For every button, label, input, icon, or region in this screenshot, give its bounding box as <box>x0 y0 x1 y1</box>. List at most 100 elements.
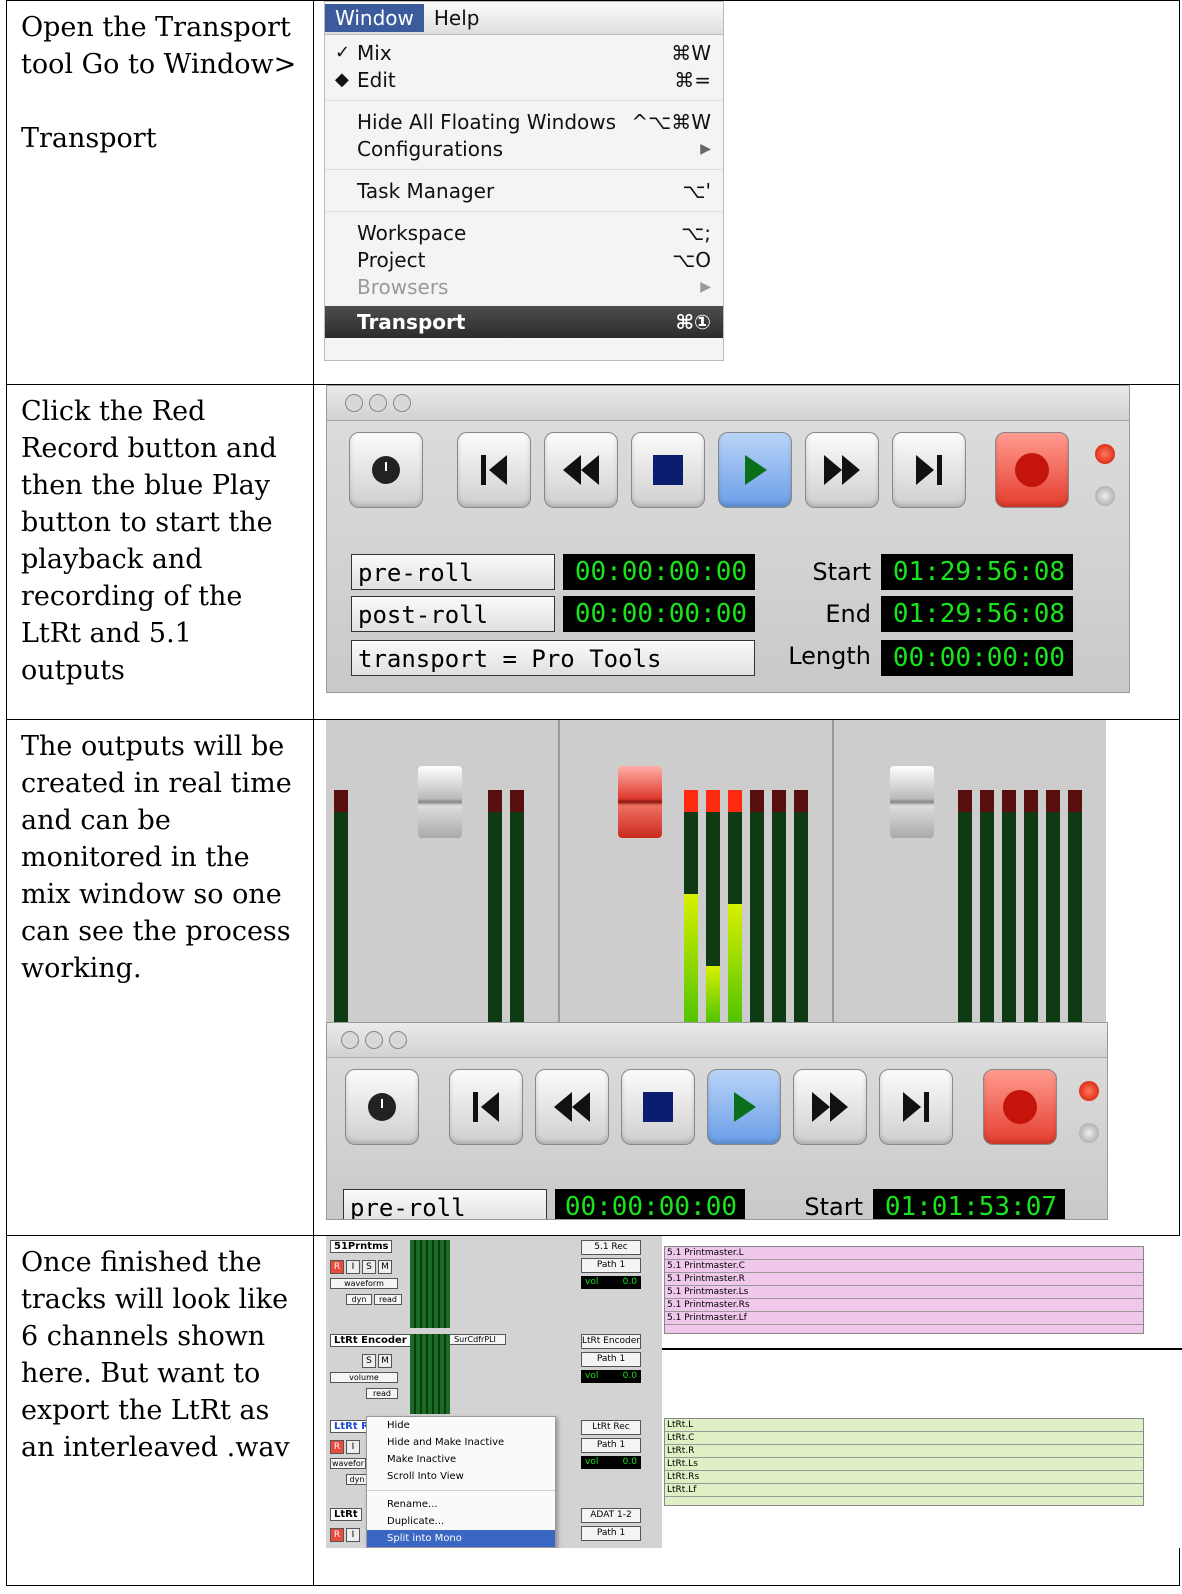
close-icon[interactable] <box>345 394 363 412</box>
play-button[interactable] <box>718 432 792 508</box>
solo-button[interactable]: S <box>362 1260 376 1274</box>
fast-forward-button[interactable] <box>805 432 879 508</box>
length-time[interactable]: 00:00:00:00 <box>881 640 1073 676</box>
track-ltrt-encoder[interactable]: LtRt Encoder SurCdfrPLI S M volume read … <box>326 1330 662 1417</box>
input-selector[interactable]: 5.1 Rec <box>581 1240 641 1255</box>
clip[interactable]: 5.1 Printmaster.Ls <box>665 1286 1143 1299</box>
stop-button[interactable] <box>631 432 705 508</box>
input-monitor-button[interactable]: I <box>346 1440 360 1454</box>
postroll-time[interactable]: 00:00:00:00 <box>563 596 755 632</box>
preroll-time[interactable]: 00:00:00:00 <box>563 554 755 590</box>
input-selector[interactable]: ADAT 1-2 <box>581 1508 641 1523</box>
transport-master-field[interactable]: transport = Pro Tools <box>351 640 755 676</box>
context-item-split-mono[interactable]: Split into Mono <box>367 1530 555 1547</box>
return-to-zero-button[interactable] <box>457 432 531 508</box>
fast-forward-button[interactable] <box>793 1069 867 1145</box>
clip[interactable]: 5.1 Printmaster.Rs <box>665 1299 1143 1312</box>
insert-slot[interactable]: SurCdfrPLI <box>444 1334 506 1345</box>
clip[interactable]: LtRt.Rs <box>665 1471 1143 1484</box>
online-button[interactable] <box>349 432 423 508</box>
stop-button[interactable] <box>621 1069 695 1145</box>
automation-mode[interactable]: read <box>366 1388 398 1399</box>
minimize-icon[interactable] <box>369 394 387 412</box>
input-selector[interactable]: LtRt Encoder <box>581 1334 641 1349</box>
solo-button[interactable]: S <box>362 1354 376 1368</box>
clip[interactable]: LtRt.Ls <box>665 1458 1143 1471</box>
record-enable-button[interactable]: R <box>330 1260 344 1274</box>
track-view-selector[interactable]: volume <box>330 1372 398 1383</box>
automation-selector[interactable]: dyn <box>346 1294 372 1305</box>
menu-item-edit[interactable]: ◆ Edit ⌘= <box>325 66 723 93</box>
clip[interactable]: 5.1 Printmaster.R <box>665 1273 1143 1286</box>
menu-item-configurations[interactable]: Configurations ▶ <box>325 135 723 162</box>
zoom-icon[interactable] <box>389 1031 407 1049</box>
clip[interactable]: LtRt.Lf <box>665 1484 1143 1497</box>
menu-item-transport[interactable]: Transport ⌘① <box>325 306 723 338</box>
track-view-selector[interactable]: wavefor <box>330 1458 366 1469</box>
play-button[interactable] <box>707 1069 781 1145</box>
output-selector[interactable]: Path 1 <box>581 1526 641 1541</box>
rewind-button[interactable] <box>544 432 618 508</box>
end-time[interactable]: 01:29:56:08 <box>881 596 1073 632</box>
rewind-button[interactable] <box>535 1069 609 1145</box>
context-item-duplicate[interactable]: Duplicate... <box>367 1513 555 1530</box>
record-enable-button[interactable]: R <box>330 1440 344 1454</box>
close-icon[interactable] <box>341 1031 359 1049</box>
volume-readout[interactable]: vol 0.0 <box>581 1276 641 1289</box>
preroll-time[interactable]: 00:00:00:00 <box>555 1189 745 1219</box>
context-item-scroll[interactable]: Scroll Into View <box>367 1468 555 1485</box>
go-to-end-button[interactable] <box>879 1069 953 1145</box>
record-button[interactable] <box>995 432 1069 508</box>
context-item-hide[interactable]: Hide <box>367 1417 555 1434</box>
context-item-make-inactive[interactable]: Make Inactive <box>367 1451 555 1468</box>
track-name[interactable]: LtRt Encoder <box>330 1334 411 1347</box>
menu-item-workspace[interactable]: Workspace ⌥; <box>325 219 723 246</box>
start-time[interactable]: 01:29:56:08 <box>881 554 1073 590</box>
track-51-printmaster[interactable]: 51Prntms R I S M waveform dyn read 5.1 R… <box>326 1236 662 1331</box>
clip-group-ltrt[interactable]: LtRt.L LtRt.C LtRt.R LtRt.Ls LtRt.Rs LtR… <box>664 1418 1144 1506</box>
track-name[interactable]: 51Prntms <box>330 1240 393 1253</box>
start-time[interactable]: 01:01:53:07 <box>873 1189 1065 1219</box>
track-name[interactable]: LtRt <box>330 1508 362 1521</box>
menu-item-hide-all[interactable]: Hide All Floating Windows ^⌥⌘W <box>325 108 723 135</box>
clip[interactable]: LtRt.R <box>665 1445 1143 1458</box>
return-to-zero-button[interactable] <box>449 1069 523 1145</box>
clip[interactable]: 5.1 Printmaster.L <box>665 1247 1143 1260</box>
context-item-rename[interactable]: Rename... <box>367 1496 555 1513</box>
menu-item-task-manager[interactable]: Task Manager ⌥' <box>325 177 723 204</box>
postroll-field[interactable]: post-roll <box>351 596 555 632</box>
automation-selector[interactable]: dyn <box>346 1474 368 1485</box>
preroll-field[interactable]: pre-roll <box>343 1189 547 1219</box>
volume-fader[interactable] <box>418 766 462 838</box>
input-monitor-button[interactable]: I <box>346 1528 360 1542</box>
clip[interactable]: 5.1 Printmaster.C <box>665 1260 1143 1273</box>
volume-readout[interactable]: vol 0.0 <box>581 1456 641 1469</box>
volume-fader[interactable] <box>890 766 934 838</box>
menu-window[interactable]: Window <box>325 4 424 32</box>
clip[interactable]: LtRt.C <box>665 1432 1143 1445</box>
record-button[interactable] <box>983 1069 1057 1145</box>
volume-readout[interactable]: vol 0.0 <box>581 1370 641 1383</box>
mute-button[interactable]: M <box>378 1260 392 1274</box>
automation-mode[interactable]: read <box>374 1294 402 1305</box>
output-selector[interactable]: Path 1 <box>581 1438 641 1453</box>
online-button[interactable] <box>345 1069 419 1145</box>
input-monitor-button[interactable]: I <box>346 1260 360 1274</box>
minimize-icon[interactable] <box>365 1031 383 1049</box>
menu-help[interactable]: Help <box>424 4 490 32</box>
volume-fader[interactable] <box>618 766 662 838</box>
record-enable-button[interactable]: R <box>330 1528 344 1542</box>
output-selector[interactable]: Path 1 <box>581 1258 641 1273</box>
menu-item-mix[interactable]: ✓ Mix ⌘W <box>325 39 723 66</box>
edit-timeline[interactable]: 5.1 Printmaster.L 5.1 Printmaster.C 5.1 … <box>662 1236 1182 1548</box>
output-selector[interactable]: Path 1 <box>581 1352 641 1367</box>
input-selector[interactable]: LtRt Rec <box>581 1420 641 1435</box>
mute-button[interactable]: M <box>378 1354 392 1368</box>
go-to-end-button[interactable] <box>892 432 966 508</box>
track-view-selector[interactable]: waveform <box>330 1278 398 1289</box>
clip-group-51[interactable]: 5.1 Printmaster.L 5.1 Printmaster.C 5.1 … <box>664 1246 1144 1334</box>
context-item-hide-inactive[interactable]: Hide and Make Inactive <box>367 1434 555 1451</box>
clip[interactable]: 5.1 Printmaster.Lf <box>665 1312 1143 1325</box>
menu-item-project[interactable]: Project ⌥O <box>325 246 723 273</box>
preroll-field[interactable]: pre-roll <box>351 554 555 590</box>
